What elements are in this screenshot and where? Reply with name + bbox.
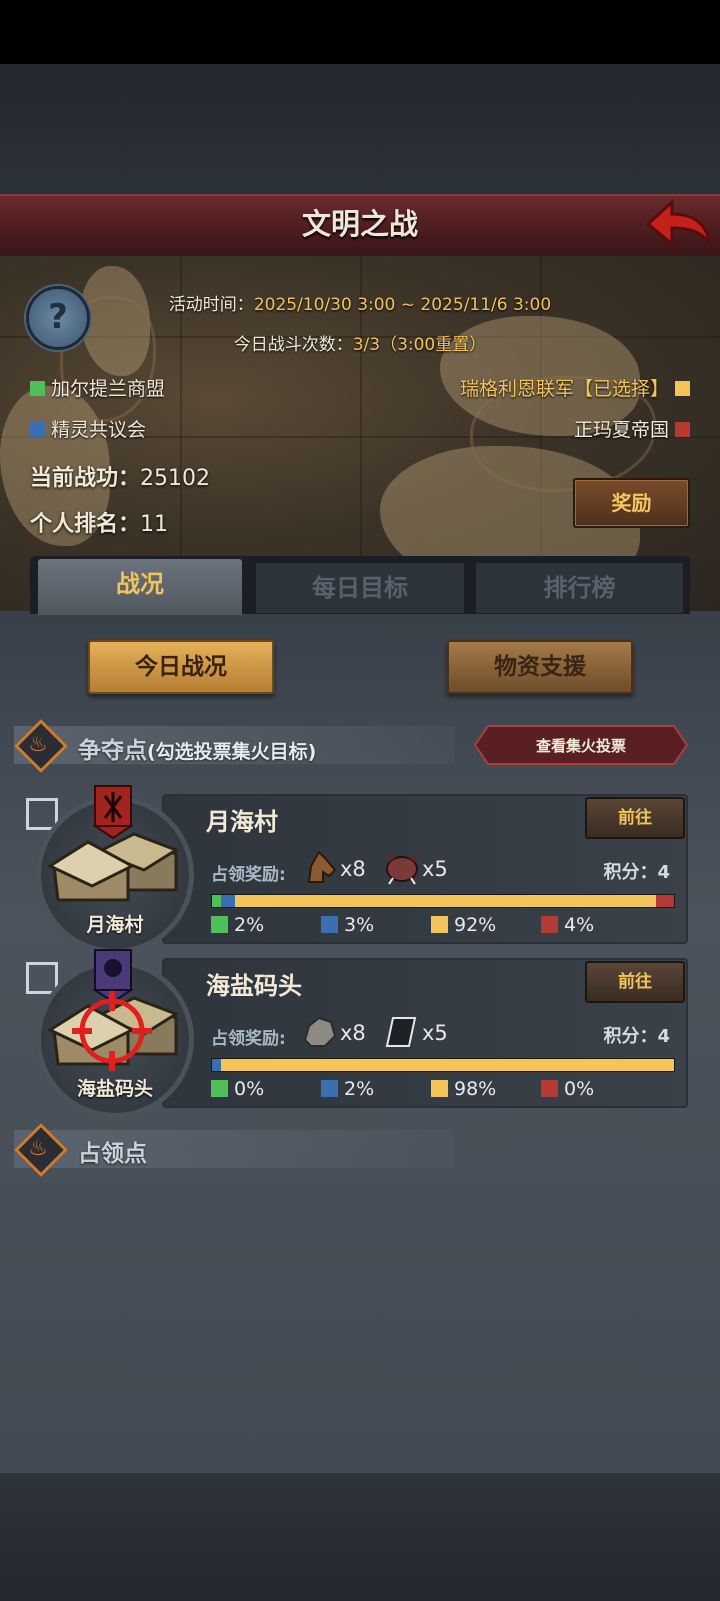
rank-value: 11 [140, 512, 169, 537]
point-caption-2: 海盐码头 [76, 1078, 153, 1100]
top-backdrop [0, 64, 720, 194]
share-percent: 98% [431, 1078, 496, 1100]
share-percent: 0% [211, 1078, 264, 1100]
current-merit: 当前战功：25102 [30, 460, 210, 492]
share-percent: 0% [541, 1078, 594, 1100]
share-segment [212, 1059, 222, 1071]
horse-head-icon [307, 850, 337, 883]
share-color-square [431, 916, 448, 933]
iron-ingot-icon [385, 1017, 417, 1047]
contest-subtitle: (勾选投票集火目标) [147, 741, 317, 763]
share-color-square [541, 916, 558, 933]
faction-color-square [675, 381, 690, 396]
rank-label: 个人排名： [30, 512, 141, 537]
go-button-2[interactable]: 前往 [585, 961, 685, 1003]
fire-icon: ♨ [28, 732, 48, 757]
battle-count-label: 今日战斗次数： [233, 335, 353, 355]
share-percent: 2% [211, 914, 264, 936]
page-title: 文明之战 [301, 207, 418, 241]
stone-icon [303, 1016, 337, 1047]
event-time-value: 2025/10/30 3:00 ~ 2025/11/6 3:00 [253, 295, 552, 315]
reward-qty: x8 [340, 857, 366, 881]
share-bar-2 [211, 1058, 675, 1072]
supply-support-button[interactable]: 物资支援 [447, 640, 633, 694]
share-percent: 92% [431, 914, 496, 936]
share-color-square [541, 1080, 558, 1097]
tab-daily-goals[interactable]: 每日目标 [256, 563, 464, 613]
contest-title: 争夺点 [78, 738, 147, 764]
back-arrow-icon[interactable] [644, 196, 714, 252]
point-caption-1: 月海村 [86, 914, 144, 936]
merit-value: 25102 [140, 466, 211, 491]
share-segment [221, 895, 235, 907]
share-percent-text: 98% [454, 1078, 497, 1100]
share-segment [221, 1059, 674, 1071]
battle-count: 今日战斗次数：3/3（3:00重置） [0, 330, 720, 355]
view-vote-label: 查看集火投票 [536, 737, 626, 755]
share-percent-text: 2% [234, 914, 265, 936]
share-color-square [321, 1080, 338, 1097]
share-percent-text: 92% [454, 914, 497, 936]
contest-section-title: 争夺点(勾选投票集火目标) [78, 731, 316, 765]
reward-qty: x8 [340, 1021, 366, 1045]
point-name-1: 月海村 [206, 808, 278, 836]
share-percent: 2% [321, 1078, 374, 1100]
faction-name: 正玛夏帝国 [573, 419, 669, 441]
score-2: 积分：4 [603, 1026, 670, 1047]
faction-reglien-selected: 瑞格利恩联军【已选择】 [460, 374, 690, 401]
event-time: 活动时间：2025/10/30 3:00 ~ 2025/11/6 3:00 [0, 290, 720, 315]
share-segment [234, 895, 656, 907]
share-segment [212, 895, 222, 907]
tab-leaderboard[interactable]: 排行榜 [476, 563, 683, 613]
reward-button[interactable]: 奖励 [573, 478, 690, 528]
faction-color-square [30, 422, 45, 437]
reward-qty: x5 [422, 1021, 448, 1045]
faction-color-square [30, 381, 45, 396]
reward-label-2: 占领奖励: [211, 1029, 286, 1049]
reward-label-1: 占领奖励: [211, 865, 286, 885]
score-1: 积分：4 [603, 862, 670, 883]
event-time-label: 活动时间： [168, 295, 254, 315]
village-house-icon [48, 832, 178, 902]
merit-label: 当前战功： [30, 466, 141, 491]
share-segment [655, 895, 674, 907]
share-color-square [431, 1080, 448, 1097]
faction-color-square [675, 422, 690, 437]
point-name-2: 海盐码头 [206, 972, 302, 1000]
reward-qty: x5 [422, 857, 448, 881]
fire-icon: ♨ [28, 1136, 48, 1161]
faction-zhengmaxia: 正玛夏帝国 [574, 415, 690, 442]
faction-elf-council: 精灵共议会 [30, 415, 146, 442]
boar-head-icon [386, 852, 418, 885]
status-bar [0, 0, 720, 64]
faction-name: 瑞格利恩联军【已选择】 [459, 378, 669, 400]
share-color-square [211, 916, 228, 933]
bottom-backdrop [0, 1473, 720, 1601]
faction-name: 加尔提兰商盟 [51, 378, 166, 400]
share-percent-text: 3% [344, 914, 375, 936]
battle-count-value: 3/3（3:00重置） [352, 335, 487, 355]
share-color-square [211, 1080, 228, 1097]
today-status-button[interactable]: 今日战况 [88, 640, 274, 694]
faction-name: 精灵共议会 [51, 419, 147, 441]
view-vote-button[interactable]: 查看集火投票 [474, 725, 688, 765]
share-percent: 4% [541, 914, 594, 936]
share-bar-1 [211, 894, 675, 908]
share-percent-text: 4% [564, 914, 595, 936]
share-color-square [321, 916, 338, 933]
occupy-section-title: 占领点 [78, 1141, 147, 1167]
personal-rank: 个人排名：11 [30, 506, 168, 538]
faction-garthilan: 加尔提兰商盟 [30, 374, 165, 401]
go-button-1[interactable]: 前往 [585, 797, 685, 839]
crosshair-target-icon [72, 991, 152, 1071]
tab-battle-status[interactable]: 战况 [38, 559, 242, 615]
share-percent-text: 0% [564, 1078, 595, 1100]
share-percent-text: 2% [344, 1078, 375, 1100]
share-percent-text: 0% [234, 1078, 265, 1100]
share-percent: 3% [321, 914, 374, 936]
